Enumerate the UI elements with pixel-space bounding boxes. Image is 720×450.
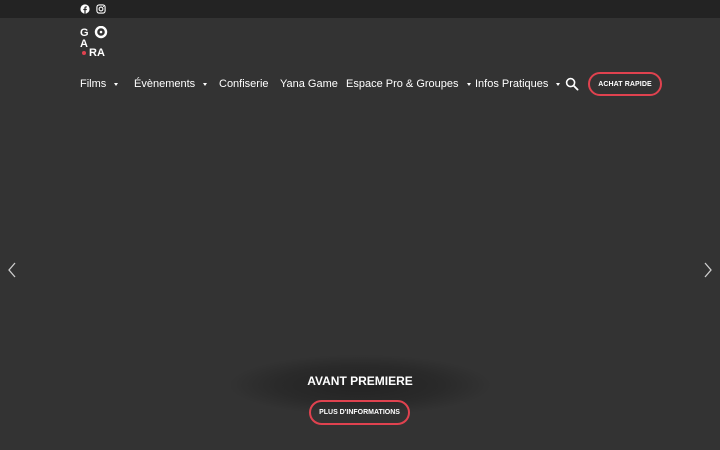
nav-label-infos-pratiques: Infos Pratiques [475,78,549,90]
nav-label-yana-game: Yana Game [280,78,338,90]
caret-down-icon [556,82,561,86]
instagram-icon[interactable] [95,3,106,14]
agora-logo[interactable]: G A RA [80,25,116,59]
nav-label-evenements: Évènements [134,78,196,90]
caret-down-icon [203,82,208,86]
nav-item-confiserie[interactable]: Confiserie [219,72,269,96]
nav-item-films[interactable]: Films [80,72,119,96]
facebook-icon[interactable] [79,3,90,14]
agora-logo-mark: G A RA [80,25,108,59]
nav-item-espace-pro[interactable]: Espace Pro & Groupes [346,72,471,96]
caret-down-icon [114,82,119,86]
nav-item-yana-game[interactable]: Yana Game [280,72,338,96]
svg-text:RA: RA [89,47,105,58]
slide-title: AVANT PREMIERE [307,374,413,388]
nav-label-films: Films [80,78,107,90]
search-icon[interactable] [565,77,579,91]
chevron-left-icon[interactable] [6,262,18,278]
nav-item-infos-pratiques[interactable]: Infos Pratiques [475,72,561,96]
chevron-right-icon[interactable] [702,262,714,278]
top-bar [0,0,720,18]
svg-text:A: A [80,38,88,50]
nav-label-confiserie: Confiserie [219,78,269,90]
nav-label-espace-pro: Espace Pro & Groupes [346,78,459,90]
nav-item-evenements[interactable]: Évènements [134,72,208,96]
caret-down-icon [466,82,471,86]
achat-rapide-button[interactable]: ACHAT RAPIDE [588,72,662,96]
plus-informations-button[interactable]: PLUS D'INFORMATIONS [309,400,410,425]
